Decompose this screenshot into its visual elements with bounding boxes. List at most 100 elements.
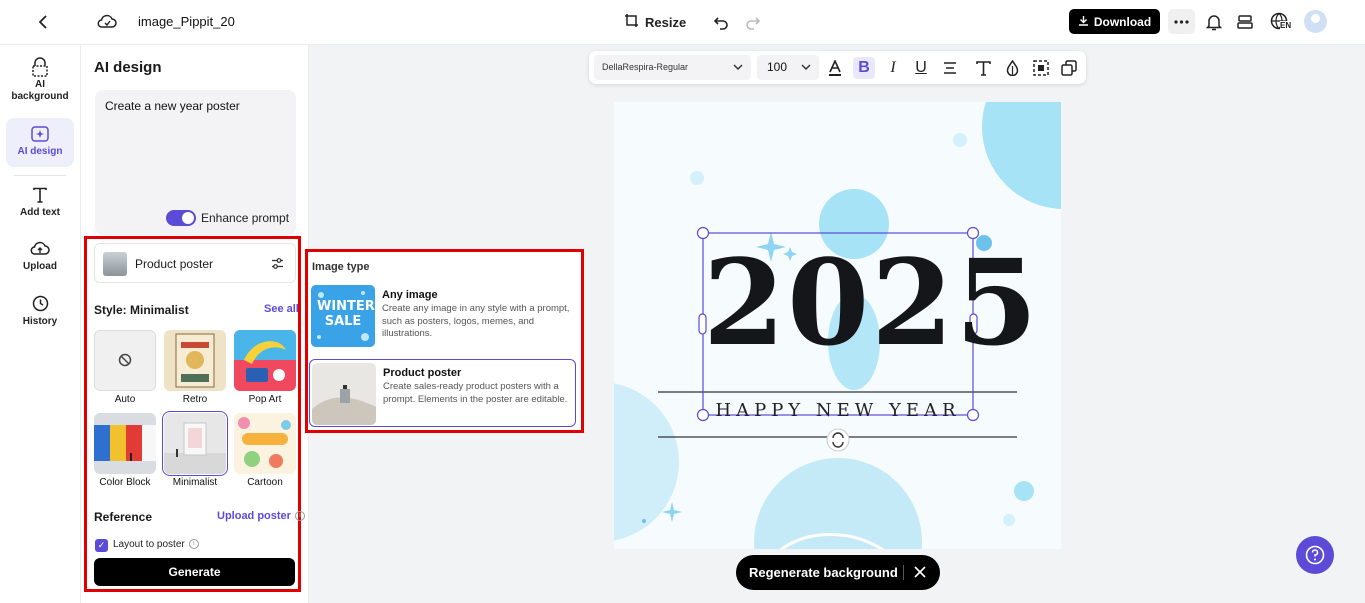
prompt-input[interactable]: Create a new year poster Enhance prompt <box>95 90 296 235</box>
style-tile-retro[interactable]: Retro <box>164 330 226 405</box>
rail-divider <box>14 175 66 176</box>
style-caption: Auto <box>114 394 136 405</box>
avatar[interactable] <box>1304 10 1327 33</box>
style-thumbnail <box>94 330 156 391</box>
popup-title: Image type <box>312 261 370 273</box>
cloud-sync-icon[interactable] <box>96 11 118 33</box>
color-block-illustration <box>94 413 156 474</box>
text-toolbar: DellaRespira-Regular 100 B I U <box>589 51 1086 84</box>
poster-year-text[interactable]: 2025 <box>703 238 1037 368</box>
style-thumbnail <box>234 330 296 391</box>
font-family-value: DellaRespira-Regular <box>602 62 689 72</box>
rail-item-history[interactable]: History <box>6 295 74 328</box>
style-thumbnail <box>94 413 156 474</box>
layout-to-poster-checkbox[interactable]: ✓ <box>95 539 108 552</box>
rail-item-label: AI design <box>17 146 63 157</box>
text-style-icon[interactable] <box>972 57 994 79</box>
storage-icon[interactable] <box>1234 11 1256 33</box>
back-arrow-icon[interactable] <box>34 12 54 32</box>
image-type-popup: Image type WINTER SALE Any image Create … <box>305 249 584 433</box>
layers-icon[interactable] <box>1058 57 1080 79</box>
image-type-select[interactable]: Product poster <box>94 243 296 283</box>
poster-canvas[interactable]: 2025 HAPPY NEW YEAR <box>614 102 1061 549</box>
perfume-dunes-graphic <box>312 363 376 425</box>
language-badge: EN <box>1280 21 1292 30</box>
prompt-text: Create a new year poster <box>105 99 240 113</box>
ai-background-icon <box>32 57 48 77</box>
style-tile-minimalist[interactable]: Minimalist <box>162 411 228 488</box>
close-icon[interactable] <box>914 566 926 578</box>
opacity-drop-icon[interactable] <box>1001 57 1023 79</box>
resize-label: Resize <box>645 14 687 30</box>
prohibited-icon <box>118 353 132 367</box>
project-title[interactable]: image_Pippit_20 <box>138 14 235 29</box>
side-rail: AI background AI design Add text Upload … <box>0 45 81 603</box>
history-clock-icon <box>32 295 48 312</box>
more-dots-icon <box>1174 19 1189 24</box>
option-description: Create sales-ready product posters with … <box>383 381 568 405</box>
font-size-select[interactable]: 100 <box>757 55 819 80</box>
rail-item-upload[interactable]: Upload <box>6 241 74 273</box>
text-t-icon <box>33 187 47 203</box>
language-icon[interactable]: EN <box>1266 10 1294 34</box>
text-color-icon[interactable] <box>824 57 846 79</box>
undo-icon[interactable] <box>711 12 731 32</box>
chevron-down-icon <box>801 64 811 71</box>
rail-item-label: History <box>22 316 58 327</box>
poster-subtitle-text[interactable]: HAPPY NEW YEAR <box>703 400 973 421</box>
resize-button[interactable]: Resize <box>624 13 686 31</box>
style-caption: Cartoon <box>247 477 283 488</box>
layout-label-text: Layout to poster <box>113 539 185 550</box>
enhance-prompt-toggle[interactable] <box>166 210 196 226</box>
more-options-button[interactable] <box>1168 9 1195 34</box>
align-center-icon[interactable] <box>939 57 961 79</box>
generate-button[interactable]: Generate <box>94 558 295 586</box>
option-any-image[interactable]: WINTER SALE Any image Create any image i… <box>309 282 576 350</box>
upload-poster-link[interactable]: Upload poster i <box>217 510 305 522</box>
italic-icon[interactable]: I <box>882 57 904 79</box>
style-thumbnail <box>234 413 296 474</box>
bold-icon[interactable]: B <box>853 57 875 79</box>
bell-icon[interactable] <box>1203 11 1225 33</box>
ai-design-icon <box>31 126 49 142</box>
option-title: Product poster <box>383 367 462 379</box>
style-heading: Style: Minimalist <box>94 303 189 317</box>
rail-item-label: AI background <box>11 79 69 102</box>
option-product-poster[interactable]: Product poster Create sales-ready produc… <box>309 359 576 427</box>
help-button[interactable] <box>1296 536 1334 574</box>
underline-icon[interactable]: U <box>910 57 932 79</box>
option-title: Any image <box>382 289 438 301</box>
retro-poster-illustration <box>175 333 215 388</box>
style-thumbnail <box>164 330 226 391</box>
minimalist-illustration <box>164 422 226 474</box>
pop-art-illustration <box>234 330 296 382</box>
see-all-link[interactable]: See all <box>264 303 299 315</box>
font-size-value: 100 <box>767 60 788 74</box>
image-type-label: Product poster <box>135 257 214 271</box>
style-caption: Minimalist <box>172 477 218 488</box>
redo-icon[interactable] <box>743 12 763 32</box>
rail-item-ai-design[interactable]: AI design <box>6 118 74 167</box>
layout-to-poster-label: Layout to poster i <box>113 539 199 550</box>
product-poster-thumbnail <box>103 252 127 276</box>
enhance-prompt-label: Enhance prompt <box>201 211 290 225</box>
info-icon[interactable]: i <box>294 511 305 522</box>
regenerate-background-button[interactable]: Regenerate background <box>749 565 898 580</box>
download-label: Download <box>1093 14 1152 29</box>
option-description: Create any image in any style with a pro… <box>382 303 570 339</box>
style-tile-color-block[interactable]: Color Block <box>94 413 156 488</box>
rail-item-ai-background[interactable]: AI background <box>6 57 74 103</box>
style-tile-pop-art[interactable]: Pop Art <box>234 330 296 405</box>
download-button[interactable]: Download <box>1069 9 1160 34</box>
style-caption: Color Block <box>99 477 151 488</box>
upload-poster-label: Upload poster <box>217 510 291 522</box>
settings-sliders-icon[interactable] <box>271 257 284 270</box>
font-family-select[interactable]: DellaRespira-Regular <box>594 55 751 80</box>
info-icon[interactable]: i <box>188 539 199 550</box>
style-thumbnail <box>162 411 228 476</box>
select-subject-icon[interactable] <box>1030 57 1052 79</box>
reference-heading: Reference <box>94 510 153 524</box>
style-tile-auto[interactable]: Auto <box>94 330 156 405</box>
rail-item-add-text[interactable]: Add text <box>6 187 74 219</box>
style-tile-cartoon[interactable]: Cartoon <box>234 413 296 488</box>
